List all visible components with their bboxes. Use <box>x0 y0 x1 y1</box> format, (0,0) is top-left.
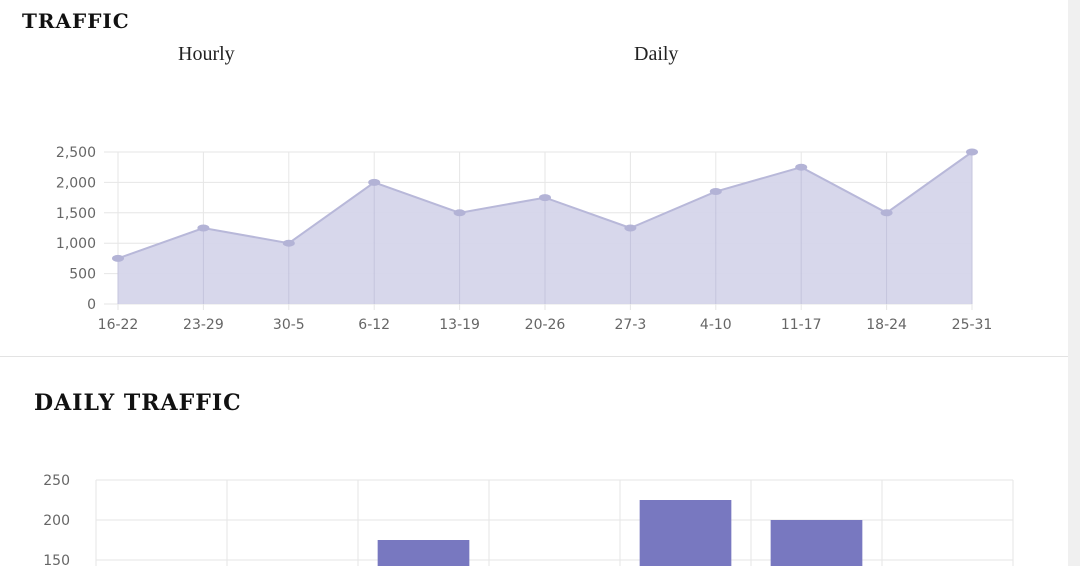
y-tick-label: 250 <box>43 473 70 489</box>
bar <box>770 520 863 566</box>
y-tick-label: 200 <box>43 513 70 529</box>
y-tick-label: 150 <box>43 553 70 566</box>
bar <box>639 500 732 566</box>
bar <box>377 540 470 566</box>
scrollbar-track[interactable] <box>1068 0 1080 566</box>
daily-traffic-bar-chart: 150 200 250 <box>43 473 1014 566</box>
